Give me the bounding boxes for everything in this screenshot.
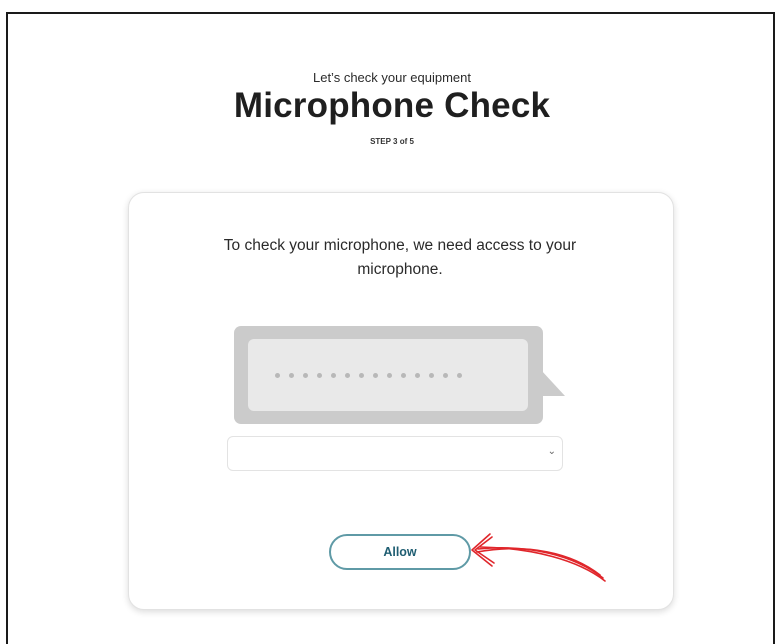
microphone-select[interactable]: ⌄ (227, 436, 563, 471)
level-dot (387, 372, 392, 378)
level-dot (331, 372, 336, 378)
page-title: Microphone Check (233, 86, 551, 125)
level-dot (457, 372, 462, 378)
level-dot (289, 372, 294, 378)
level-dot (373, 372, 378, 378)
level-dot (303, 372, 308, 378)
permission-message: To check your microphone, we need access… (223, 237, 577, 278)
level-dot (345, 372, 350, 378)
level-dot (443, 372, 448, 378)
speech-bubble-tail (541, 370, 565, 396)
level-dot (317, 372, 322, 378)
audio-level-dots (275, 372, 462, 378)
allow-button[interactable]: Allow (329, 534, 471, 570)
level-dot (415, 372, 420, 378)
chevron-down-icon: ⌄ (547, 446, 556, 457)
audio-level-meter (248, 339, 528, 411)
level-dot (275, 372, 280, 378)
page-subtitle: Let’s check your equipment (312, 70, 472, 85)
level-dot (401, 372, 406, 378)
level-dot (429, 372, 434, 378)
step-indicator: STEP 3 of 5 (370, 137, 414, 146)
level-dot (359, 372, 364, 378)
